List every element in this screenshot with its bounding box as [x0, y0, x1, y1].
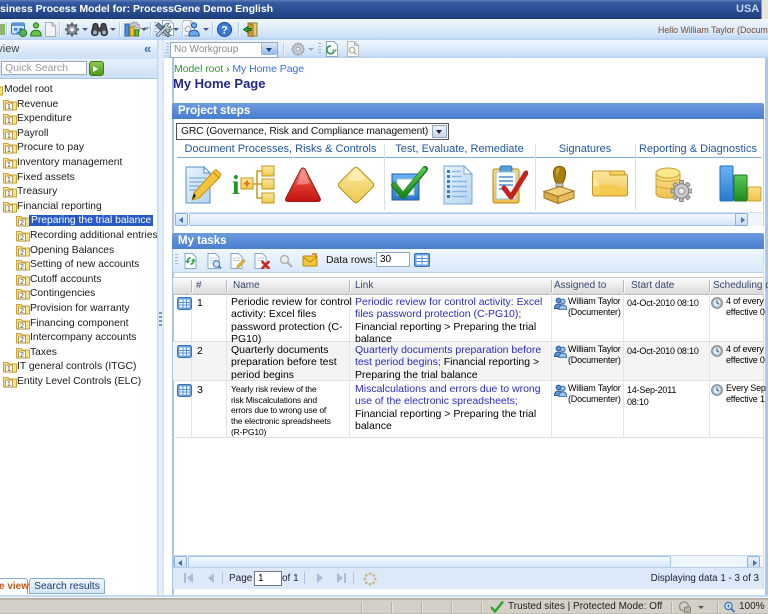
svg-text:1: 1	[7, 104, 11, 111]
svg-text:2: 2	[20, 235, 24, 242]
svg-text:2: 2	[20, 337, 24, 344]
svg-text:1: 1	[7, 206, 11, 213]
svg-text:2: 2	[20, 220, 24, 227]
svg-text:2: 2	[20, 352, 24, 359]
svg-text:1: 1	[7, 147, 11, 154]
svg-text:1: 1	[7, 133, 11, 140]
svg-text:?: ?	[221, 25, 228, 37]
svg-text:2: 2	[20, 264, 24, 271]
svg-text:1: 1	[7, 381, 11, 388]
svg-text:1: 1	[7, 366, 11, 373]
svg-text:i: i	[232, 170, 240, 200]
svg-text:2: 2	[20, 308, 24, 315]
svg-text:1: 1	[7, 177, 11, 184]
svg-text:1: 1	[7, 191, 11, 198]
svg-text:2: 2	[20, 293, 24, 300]
svg-text:2: 2	[20, 250, 24, 257]
svg-text:2: 2	[20, 279, 24, 286]
svg-text:1: 1	[7, 118, 11, 125]
svg-text:1: 1	[7, 162, 11, 169]
svg-text:2: 2	[20, 323, 24, 330]
